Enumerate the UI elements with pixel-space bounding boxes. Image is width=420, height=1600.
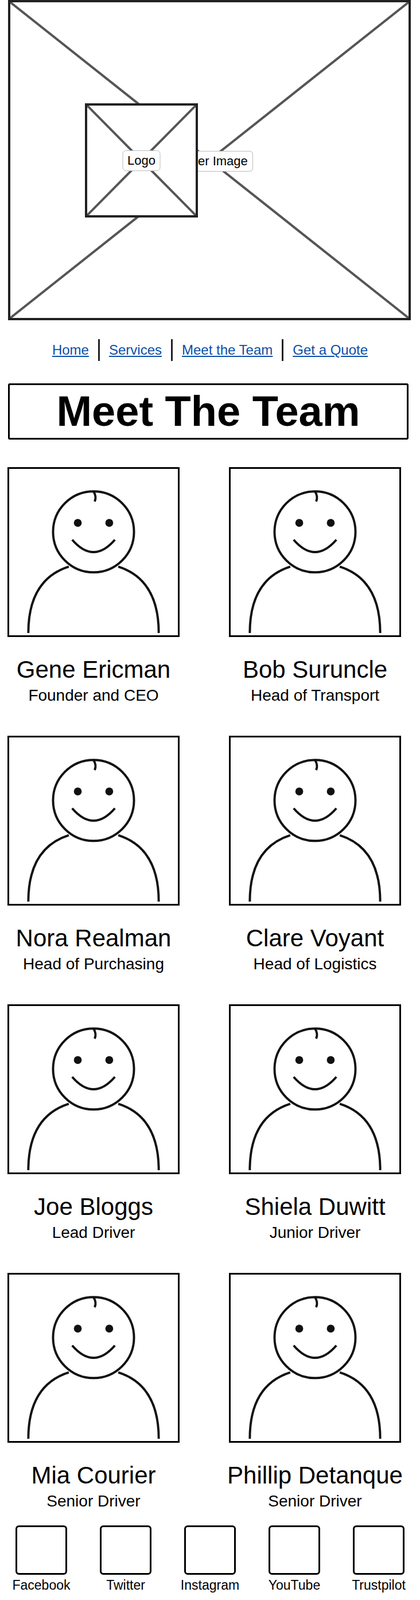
- person-icon: [9, 737, 178, 904]
- team-member: Clare VoyantHead of Logistics: [210, 735, 420, 975]
- member-role: Head of Logistics: [253, 953, 377, 975]
- member-name: Shiela Duwitt: [244, 1191, 385, 1223]
- main-nav: Home Services Meet the Team Get a Quote: [0, 338, 420, 362]
- member-photo: [7, 1272, 180, 1443]
- social-label: YouTube: [268, 1576, 321, 1593]
- nav-separator: [281, 339, 284, 361]
- member-name: Joe Bloggs: [33, 1191, 154, 1223]
- social-link[interactable]: YouTube: [255, 1525, 334, 1593]
- person-icon: [230, 1005, 400, 1173]
- member-photo: [7, 735, 180, 906]
- person-icon: [9, 1274, 178, 1441]
- nav-link[interactable]: Home: [52, 340, 89, 360]
- social-label: Trustpilot: [351, 1576, 406, 1593]
- member-photo: [7, 467, 180, 637]
- team-member: Bob SuruncleHead of Transport: [210, 467, 420, 706]
- member-role: Junior Driver: [269, 1222, 361, 1243]
- social-label: Instagram: [180, 1576, 240, 1593]
- page-title: Meet The Team: [56, 385, 360, 438]
- nav-link[interactable]: Services: [109, 340, 162, 360]
- member-name: Mia Courier: [30, 1459, 156, 1491]
- member-photo: [228, 735, 402, 906]
- social-icon: [268, 1525, 321, 1575]
- social-link[interactable]: Twitter: [86, 1525, 165, 1593]
- member-photo: [228, 1004, 402, 1174]
- team-member: Shiela DuwittJunior Driver: [210, 1004, 420, 1243]
- team-member: Gene EricmanFounder and CEO: [0, 467, 188, 706]
- team-member: Nora RealmanHead of Purchasing: [0, 735, 188, 975]
- member-role: Head of Transport: [250, 685, 380, 706]
- team-member: Mia CourierSenior Driver: [0, 1272, 188, 1512]
- social-link[interactable]: Instagram: [170, 1525, 250, 1593]
- social-footer: Facebook Twitter Instagram YouTube Trustpilo…: [0, 1525, 420, 1593]
- member-role: Head of Purchasing: [22, 953, 165, 975]
- person-icon: [9, 1005, 178, 1173]
- social-label: Twitter: [106, 1576, 146, 1593]
- social-icon: [184, 1525, 236, 1575]
- header-image-label: er Image: [197, 150, 254, 172]
- nav-separator: [98, 339, 100, 361]
- social-label: Facebook: [12, 1576, 70, 1593]
- person-icon: [230, 468, 400, 636]
- social-link[interactable]: Facebook: [2, 1525, 81, 1593]
- member-photo: [7, 1004, 180, 1174]
- person-icon: [230, 1274, 400, 1441]
- nav-link[interactable]: Get a Quote: [292, 340, 368, 360]
- person-icon: [230, 737, 400, 904]
- member-role: Senior Driver: [267, 1490, 362, 1512]
- member-photo: [228, 1272, 402, 1443]
- member-name: Gene Ericman: [16, 654, 171, 686]
- social-icon: [99, 1525, 152, 1575]
- member-name: Nora Realman: [16, 922, 172, 954]
- social-icon: [352, 1525, 405, 1575]
- team-member: Joe BloggsLead Driver: [0, 1004, 188, 1243]
- team-grid: Gene EricmanFounder and CEOBob SuruncleH…: [0, 467, 420, 1512]
- nav-separator: [170, 339, 173, 361]
- nav-link[interactable]: Meet the Team: [181, 340, 273, 360]
- person-icon: [9, 468, 178, 636]
- member-name: Bob Suruncle: [242, 654, 388, 686]
- team-member: Phillip DetanqueSenior Driver: [210, 1272, 420, 1512]
- member-name: Phillip Detanque: [227, 1459, 403, 1491]
- member-photo: [228, 467, 402, 637]
- member-role: Founder and CEO: [28, 685, 159, 706]
- logo-box: Logo: [84, 103, 198, 218]
- social-icon: [15, 1525, 68, 1575]
- member-name: Clare Voyant: [246, 922, 384, 954]
- logo-label: Logo: [122, 150, 161, 171]
- header-image: er Image Logo: [8, 0, 411, 321]
- title-box: Meet The Team: [8, 383, 409, 440]
- member-role: Senior Driver: [46, 1490, 140, 1512]
- social-link[interactable]: Trustpilot: [339, 1525, 418, 1593]
- member-role: Lead Driver: [52, 1222, 136, 1243]
